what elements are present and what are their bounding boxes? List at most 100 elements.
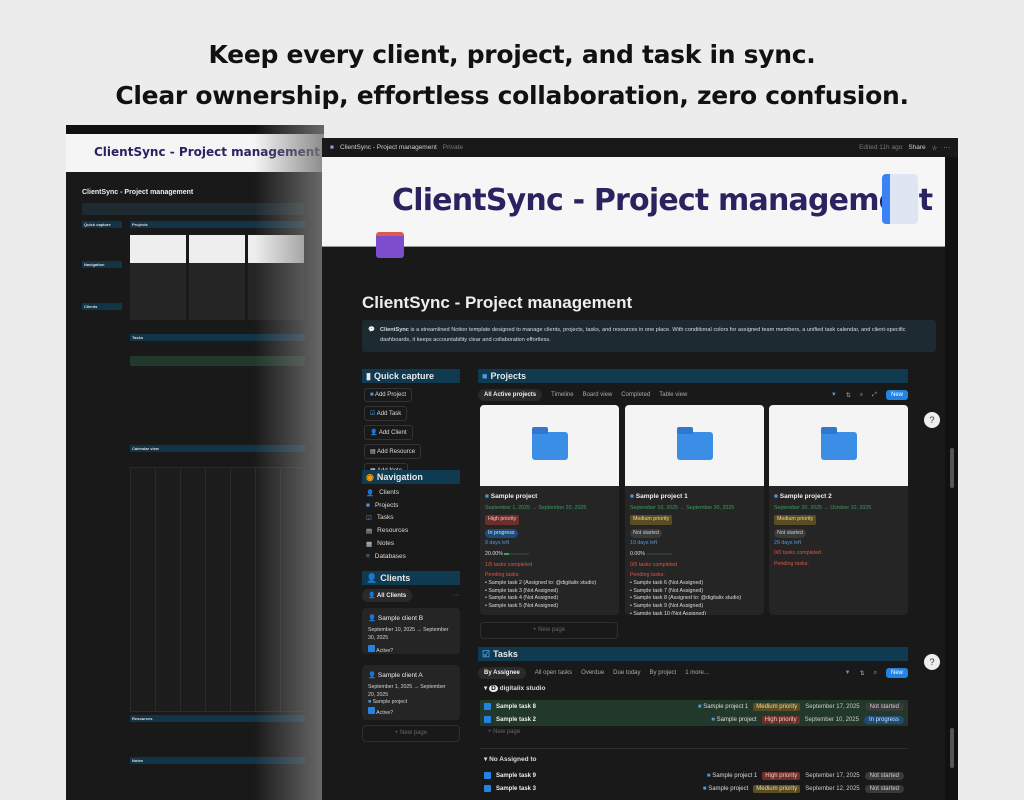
nav-projects[interactable]: ■ Projects <box>366 502 460 509</box>
headline-line-2: Clear ownership, effortless collaboratio… <box>115 81 909 110</box>
mini-section: Navigation <box>82 261 122 268</box>
task-row[interactable]: Sample task 8 ■ Sample project 1 Medium … <box>480 700 908 713</box>
folder-cover-image <box>480 405 619 486</box>
search-icon[interactable]: ⌕ <box>860 392 863 399</box>
compass-icon: ◉ <box>366 471 374 482</box>
add-task-button[interactable]: ☑ Add Task <box>364 406 408 421</box>
tab-completed[interactable]: Completed <box>621 392 650 398</box>
pending-task: • Sample task 8 (Assigned to: @digitalix… <box>630 595 742 602</box>
tab-table-view[interactable]: Table view <box>659 392 687 398</box>
sort-icon[interactable]: ⇅ <box>846 392 851 399</box>
quick-capture: ▮ Quick capture ■ Add Project ☑ Add Task … <box>362 369 460 478</box>
nav-tasks[interactable]: ☑ Tasks <box>366 514 460 522</box>
project-card[interactable]: ■ Sample project 2 September 20, 2025 → … <box>769 405 908 615</box>
project-card[interactable]: ■ Sample project September 1, 2025 → Sep… <box>480 405 619 615</box>
notion-window: ■ ClientSync - Project management Privat… <box>322 138 958 800</box>
group-no-assigned[interactable]: ▾ No Assigned to <box>484 755 537 763</box>
filter-icon[interactable]: ▼ <box>831 392 837 398</box>
tab-all-clients[interactable]: 👤 All Clients <box>362 589 413 602</box>
search-icon[interactable]: ⌕ <box>874 670 877 677</box>
priority-badge: High priority <box>762 771 801 780</box>
new-project-button[interactable]: New <box>885 390 908 400</box>
folder-cover-image <box>625 405 764 486</box>
tab-due-today[interactable]: Due today <box>613 670 640 676</box>
folder-icon: ■ <box>630 493 634 500</box>
tab-by-project[interactable]: By project <box>650 670 677 676</box>
progress: 20.00% <box>485 551 614 559</box>
task-row[interactable]: Sample task 3 ■ Sample project Medium pr… <box>480 782 908 795</box>
task-project[interactable]: ■ Sample project 1 <box>707 773 757 779</box>
filter-icon[interactable]: ▼ <box>845 670 851 676</box>
quick-capture-heading: Quick capture <box>373 371 434 381</box>
task-project[interactable]: ■ Sample project <box>711 717 756 723</box>
add-project-button[interactable]: ■ Add Project <box>364 388 412 402</box>
sort-icon[interactable]: ⇅ <box>860 670 865 677</box>
tab-timeline[interactable]: Timeline <box>551 392 573 398</box>
help-icon[interactable]: ? <box>924 412 940 428</box>
banner-title: ClientSync - Project management <box>392 183 933 218</box>
page-icon-large <box>376 232 404 258</box>
star-icon[interactable]: ☆ <box>932 144 938 152</box>
task-row[interactable]: Sample task 2 ■ Sample project High prio… <box>480 713 908 726</box>
task-row[interactable]: Sample task 9 ■ Sample project 1 High pr… <box>480 769 908 782</box>
new-task-button[interactable]: New <box>885 668 908 678</box>
tasks-section: ☑ Tasks By Assignee All open tasks Overdu… <box>478 647 908 681</box>
new-task-page-button[interactable]: + New page <box>488 729 520 735</box>
folder-icon <box>820 426 857 460</box>
status-badge: In progress <box>863 715 904 724</box>
nav-clients[interactable]: 👤 Clients <box>366 489 460 497</box>
navigation: ◉ Navigation 👤 Clients ■ Projects ☑ Tasks ▤ R… <box>362 470 460 560</box>
due-date: September 17, 2025 <box>805 772 860 779</box>
nav-databases[interactable]: ≡ Databases <box>366 553 460 560</box>
pending-label: Pending tasks: <box>630 572 665 579</box>
due-date: September 17, 2025 <box>805 703 860 710</box>
help-icon[interactable]: ? <box>924 654 940 670</box>
person-icon: 👤 <box>366 572 378 583</box>
project-card[interactable]: ■ Sample project 1 September 10, 2025 → … <box>625 405 764 615</box>
project-dates: September 10, 2025 → September 30, 2025 <box>630 505 735 512</box>
scrollbar-thumb[interactable] <box>950 448 954 488</box>
projects-section: ■ Projects All Active projects Timeline B… <box>478 369 908 403</box>
client-card[interactable]: 👤 Sample client A September 1, 2025 → Se… <box>362 665 460 720</box>
task-name: Sample task 3 <box>496 785 537 792</box>
new-project-page-button[interactable]: + New page <box>480 622 618 639</box>
task-project[interactable]: ■ Sample project <box>703 786 748 792</box>
pending-task: • Sample task 7 (Not Assigned) <box>630 587 704 594</box>
task-project[interactable]: ■ Sample project 1 <box>698 704 748 710</box>
scrollbar-thumb[interactable] <box>950 728 954 768</box>
nav-resources[interactable]: ▤ Resources <box>366 527 460 535</box>
tab-by-assignee[interactable]: By Assignee <box>478 667 526 679</box>
tab-all-active-projects[interactable]: All Active projects <box>478 389 543 401</box>
checkbox-icon[interactable] <box>484 703 491 710</box>
headline-line-1: Keep every client, project, and task in … <box>208 40 816 69</box>
more-icon[interactable]: ··· <box>453 592 460 599</box>
client-card[interactable]: 👤 Sample client B September 10, 2025 → S… <box>362 608 460 654</box>
projects-heading: Projects <box>490 371 526 381</box>
folder-cover-image <box>769 405 908 486</box>
nav-notes[interactable]: ▦ Notes <box>366 540 460 548</box>
priority-badge: Medium priority <box>630 515 673 525</box>
new-client-page-button[interactable]: + New page <box>362 725 460 742</box>
tab-all-open-tasks[interactable]: All open tasks <box>535 670 572 676</box>
checkbox-icon[interactable] <box>484 785 491 792</box>
tab-board-view[interactable]: Board view <box>583 392 613 398</box>
add-resource-button[interactable]: ▤ Add Resource <box>364 444 422 459</box>
task-name: Sample task 8 <box>496 703 537 710</box>
pending-label: Pending tasks: <box>774 560 809 567</box>
navigation-heading: Navigation <box>376 472 423 482</box>
checkbox-icon[interactable] <box>484 772 491 779</box>
expand-icon[interactable]: ⤢ <box>872 392 877 399</box>
pending-task: • Sample task 5 (Not Assigned) <box>485 603 559 610</box>
checkbox-icon[interactable] <box>484 716 491 723</box>
add-client-button[interactable]: 👤 Add Client <box>364 425 413 440</box>
tab-overdue[interactable]: Overdue <box>581 670 604 676</box>
more-icon[interactable]: ··· <box>944 144 951 151</box>
share-button[interactable]: Share <box>908 144 925 151</box>
breadcrumb[interactable]: ClientSync - Project management <box>340 144 437 151</box>
tab-more[interactable]: 1 more... <box>685 670 709 676</box>
priority-badge: High priority <box>485 515 520 525</box>
edited-label: Edited 11h ago <box>859 144 903 151</box>
folder-icon: ■ <box>482 371 488 381</box>
privacy-label[interactable]: Private <box>443 144 463 151</box>
group-digitalix[interactable]: ▾ D digitalix studio <box>484 684 545 692</box>
